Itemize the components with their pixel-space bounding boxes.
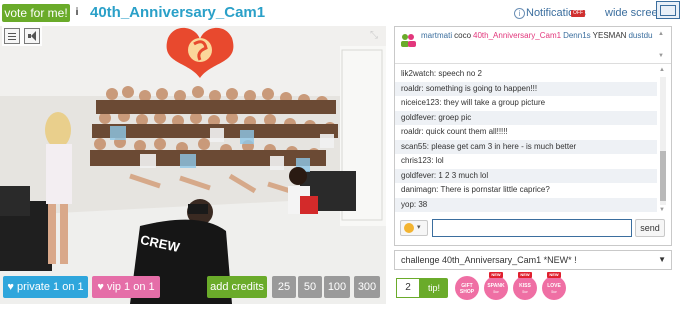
gift-button-kiss[interactable]: NEW KISS 5cr (513, 272, 537, 300)
chat-messages: lik2watch: speech no 2 roaldr: something … (395, 67, 657, 215)
wide-screen-icon[interactable] (656, 1, 680, 19)
gift-button-spank[interactable]: NEW SPANK 5cr (484, 272, 508, 300)
heart-icon: ♥ (97, 281, 107, 293)
chat-message: yop: 38 (395, 197, 657, 212)
chat-scroll-thumb[interactable] (660, 151, 666, 201)
chat-message: roaldr: quick count them all!!!!! (401, 127, 508, 136)
emoji-button[interactable]: ▾ (400, 220, 428, 236)
gift-price: 5cr (551, 289, 557, 294)
smiley-icon (404, 223, 414, 233)
credit-amount-50[interactable]: 50 (298, 276, 322, 298)
wide-screen-link[interactable]: wide screen (605, 7, 664, 20)
video-toolbar (2, 26, 42, 46)
chat-message: chris123: lol (401, 156, 444, 165)
credit-amount-25[interactable]: 25 (272, 276, 296, 298)
add-credits-button[interactable]: add credits (207, 276, 267, 298)
user-list: martmati coco 40th_Anniversary_Cam1 Denn1s Y… (421, 31, 653, 61)
new-badge: NEW (518, 272, 532, 278)
gift-label: GIFT SHOP (459, 283, 475, 295)
user-list-item[interactable]: YESMAN (593, 31, 627, 40)
new-badge: NEW (547, 272, 561, 278)
gift-price: 5cr (493, 289, 499, 294)
chat-message: goldfever: 1 2 3 much lol (395, 168, 657, 183)
user-list-item[interactable]: 40th_Anniversary_Cam1 (473, 31, 561, 40)
info-icon[interactable]: i (72, 6, 82, 20)
user-list-item[interactable]: martmati (421, 31, 452, 40)
sound-icon[interactable] (24, 28, 40, 44)
user-list-scrollbar[interactable] (657, 31, 667, 61)
chat-message: roaldr: something is going to happen!!! (395, 81, 657, 96)
vote-button[interactable]: vote for me! (2, 4, 70, 22)
challenge-select-value: challenge 40th_Anniversary_Cam1 *NEW* ! (401, 255, 577, 265)
challenge-select[interactable]: challenge 40th_Anniversary_Cam1 *NEW* ! … (394, 250, 672, 270)
notification-info-icon: i (514, 8, 525, 19)
gift-button-gift-shop[interactable]: GIFT SHOP (455, 276, 479, 300)
chat-panel: martmati coco 40th_Anniversary_Cam1 Denn1s Y… (394, 26, 672, 246)
chat-message: goldfever: groep pic (395, 110, 657, 125)
chat-message: danimagn: There is pornstar little capri… (401, 185, 550, 194)
notifications-toggle[interactable]: OFF (571, 10, 585, 17)
heart-icon: ♥ (7, 281, 17, 293)
user-list-item[interactable]: Denn1s (563, 31, 591, 40)
gift-button-love[interactable]: NEW LOVE 5cr (542, 272, 566, 300)
list-icon[interactable] (4, 28, 20, 44)
chat-message: niceice123: they will take a group pictu… (401, 98, 546, 107)
video-frame: CREW (0, 26, 386, 304)
video-stream[interactable]: CREW ⤡ (0, 26, 386, 304)
chat-message: scan55: please get cam 3 in here - is mu… (395, 139, 657, 154)
chevron-down-icon: ▼ (658, 255, 666, 264)
users-icon (401, 34, 416, 47)
credit-amount-100[interactable]: 100 (324, 276, 350, 298)
cam-title: 40th_Anniversary_Cam1 (90, 4, 266, 21)
private-show-button[interactable]: ♥ private 1 on 1 (3, 276, 88, 298)
user-list-item[interactable]: coco (454, 31, 471, 40)
chat-input[interactable] (432, 219, 632, 237)
new-badge: NEW (489, 272, 503, 278)
chat-message: lik2watch: speech no 2 (401, 69, 482, 78)
user-list-item[interactable]: dustdust (628, 31, 653, 40)
gift-price: 5cr (522, 289, 528, 294)
chat-scrollbar[interactable]: ▲ ▼ (658, 67, 668, 215)
tip-amount-input[interactable]: 2 (396, 278, 420, 298)
divider (395, 63, 671, 64)
expand-icon[interactable]: ⤡ (370, 30, 378, 41)
credit-amount-300[interactable]: 300 (354, 276, 380, 298)
chevron-down-icon: ▾ (417, 224, 421, 231)
tip-button[interactable]: tip! (420, 278, 448, 298)
send-button[interactable]: send (635, 219, 665, 237)
vip-show-button[interactable]: ♥ vip 1 on 1 (92, 276, 160, 298)
